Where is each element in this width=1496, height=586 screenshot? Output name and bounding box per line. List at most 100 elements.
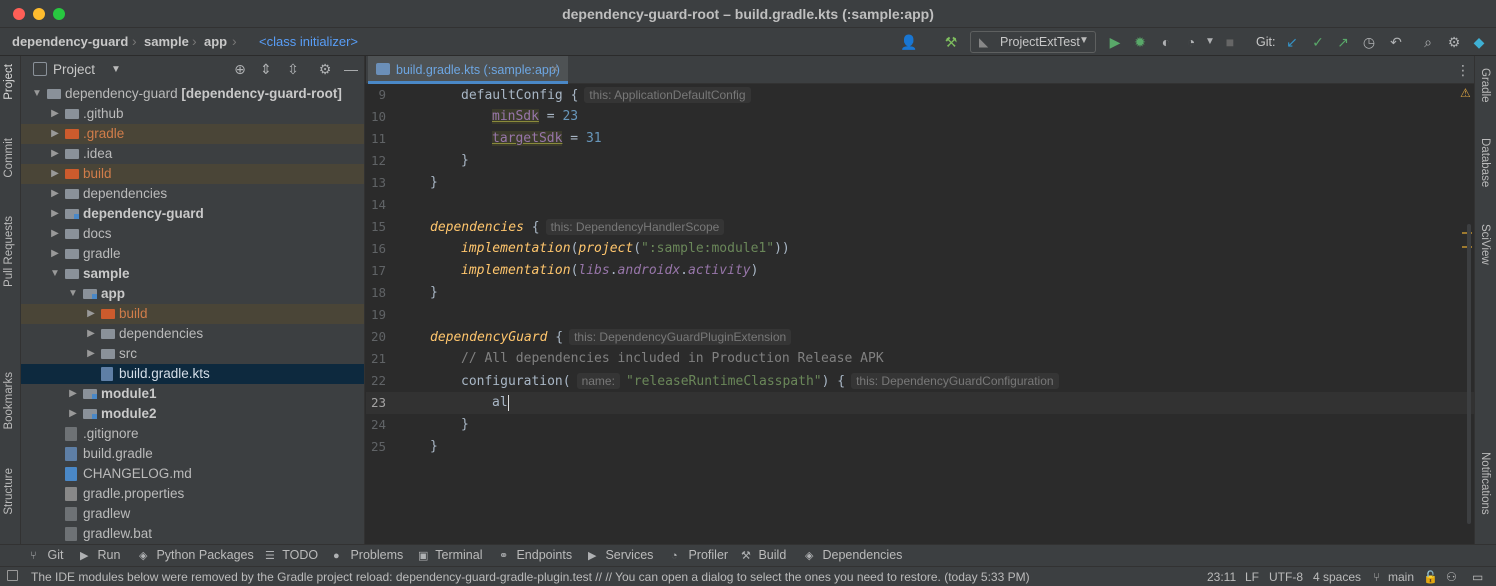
chevron-right-icon[interactable]: ▶ [85,324,97,344]
tool-tab-sciview[interactable]: SciView [1479,224,1491,265]
tool-tab-gradle[interactable]: Gradle [1479,68,1491,103]
line-number[interactable]: 20 [366,326,386,348]
line-number[interactable]: 18 [366,282,386,304]
line-number[interactable]: 15 [366,216,386,238]
code-line[interactable]: 15 dependencies {this: DependencyHandlerS… [366,216,1474,238]
bottom-tab-run[interactable]: ▶ Run [80,548,120,562]
chevron-right-icon[interactable]: ▶ [49,224,61,244]
chevron-right-icon[interactable]: ▶ [85,304,97,324]
tree-item[interactable]: ▶ build [21,304,364,324]
line-number[interactable]: 9 [366,84,386,106]
project-panel-title[interactable]: Project [53,62,95,77]
tree-item[interactable]: ▼ app [21,284,364,304]
code-line[interactable]: 10 minSdk = 23 [366,106,1474,128]
bottom-tab-build[interactable]: ⚒ Build [741,548,786,562]
breadcrumb-class-initializer[interactable]: <class initializer> [259,34,358,49]
bottom-tab-python-packages[interactable]: ◈ Python Packages [139,548,254,562]
bottom-tab-endpoints[interactable]: ⚭ Endpoints [499,548,572,562]
user-icon[interactable]: 👤 [900,33,918,51]
tree-item[interactable]: ▶ src [21,344,364,364]
code-line[interactable]: 12} [366,150,1474,172]
line-number[interactable]: 14 [366,194,386,216]
line-number[interactable]: 10 [366,106,386,128]
git-branch[interactable]: main [1388,570,1414,584]
tree-item[interactable]: ▶ module1 [21,384,364,404]
tree-item[interactable]: ▶ docs [21,224,364,244]
code-line[interactable]: 16 implementation(project(":sample:module… [366,238,1474,260]
code-line[interactable]: 14 [366,194,1474,216]
breadcrumb-sample[interactable]: sample [144,34,189,49]
history-icon[interactable]: ◷ [1360,33,1378,51]
bottom-tab-services[interactable]: ▶ Services [588,548,653,562]
tool-tab-pull-requests[interactable]: Pull Requests [3,216,15,287]
chevron-right-icon[interactable]: ▶ [49,124,61,144]
chevron-right-icon[interactable]: ▶ [49,164,61,184]
code-line[interactable]: 13} [366,172,1474,194]
expand-all-icon[interactable]: ⇕ [257,60,275,78]
stop-icon[interactable]: ■ [1221,33,1239,51]
line-number[interactable]: 11 [366,128,386,150]
locate-icon[interactable]: ⊕ [231,60,249,78]
tree-item[interactable]: gradlew [21,504,364,524]
chevron-down-icon[interactable]: ▼ [67,284,79,304]
line-number[interactable]: 22 [366,370,386,392]
tree-item[interactable]: gradlew.bat [21,524,364,544]
collapse-all-icon[interactable]: ⇳ [284,60,302,78]
code-line[interactable]: 19 [366,304,1474,326]
tool-tab-database[interactable]: Database [1479,138,1491,187]
plugin-logo-icon[interactable]: ◆ [1470,33,1488,51]
tree-item[interactable]: .gitignore [21,424,364,444]
line-number[interactable]: 12 [366,150,386,172]
bottom-tab-todo[interactable]: ☰ TODO [265,548,318,562]
code-line[interactable]: 21 // All dependencies included in Produc… [366,348,1474,370]
bottom-tab-git[interactable]: ⑂ Git [30,548,63,562]
search-icon[interactable]: ⌕ [1419,33,1437,51]
line-number[interactable]: 17 [366,260,386,282]
tree-item[interactable]: build.gradle [21,444,364,464]
chevron-down-icon[interactable]: ▼ [31,84,43,104]
tree-item[interactable]: ▶ module2 [21,404,364,424]
chevron-right-icon[interactable]: ▶ [49,244,61,264]
tree-item[interactable]: build.gradle.kts [21,364,364,384]
toggle-tool-windows-icon[interactable] [7,570,18,581]
push-icon[interactable]: ↗ [1334,33,1352,51]
bottom-tab-profiler[interactable]: ◔ Profiler [671,548,728,562]
tool-tab-notifications[interactable]: Notifications [1479,452,1491,515]
chevron-right-icon[interactable]: ▶ [49,104,61,124]
tree-item[interactable]: gradle.properties [21,484,364,504]
tree-item[interactable]: ▶ dependencies [21,324,364,344]
tool-tab-project[interactable]: Project [3,64,15,100]
bottom-tab-terminal[interactable]: ▣ Terminal [418,548,482,562]
run-icon[interactable]: ▶ [1106,33,1124,51]
chevron-right-icon[interactable]: ▶ [49,144,61,164]
chevron-right-icon[interactable]: ▶ [49,184,61,204]
code-line[interactable]: 23 al [366,392,1474,414]
editor-scrollbar[interactable] [1467,224,1471,524]
line-number[interactable]: 24 [366,414,386,436]
tree-item[interactable]: ▶ .github [21,104,364,124]
close-icon[interactable]: × [551,61,559,76]
tree-item[interactable]: ▶ .idea [21,144,364,164]
bottom-tab-dependencies[interactable]: ◈ Dependencies [805,548,902,562]
tree-item[interactable]: ▶ dependency-guard [21,204,364,224]
tree-item[interactable]: ▶ build [21,164,364,184]
update-project-icon[interactable]: ↙ [1283,33,1301,51]
tree-item[interactable]: ▶ .gradle [21,124,364,144]
tree-item[interactable]: CHANGELOG.md [21,464,364,484]
breadcrumb-app[interactable]: app [204,34,227,49]
tree-item[interactable]: ▶ dependencies [21,184,364,204]
tool-tab-commit[interactable]: Commit [3,138,15,178]
code-line[interactable]: 24} [366,414,1474,436]
chevron-down-icon[interactable]: ▼ [111,64,121,75]
chevron-right-icon[interactable]: ▶ [67,404,79,424]
gear-icon[interactable]: ⚙ [1445,33,1463,51]
line-number[interactable]: 25 [366,436,386,458]
coverage-icon[interactable]: ◐ [1157,33,1175,51]
tool-tab-bookmarks[interactable]: Bookmarks [3,372,15,430]
more-vertical-icon[interactable]: ⋮ [1454,61,1472,79]
line-number[interactable]: 19 [366,304,386,326]
lock-icon[interactable]: 🔓 [1423,570,1438,584]
run-configuration-dropdown[interactable]: ◣ ProjectExtTest ▼ [970,31,1096,53]
code-line[interactable]: 25} [366,436,1474,458]
debug-icon[interactable]: ✹ [1131,33,1149,51]
